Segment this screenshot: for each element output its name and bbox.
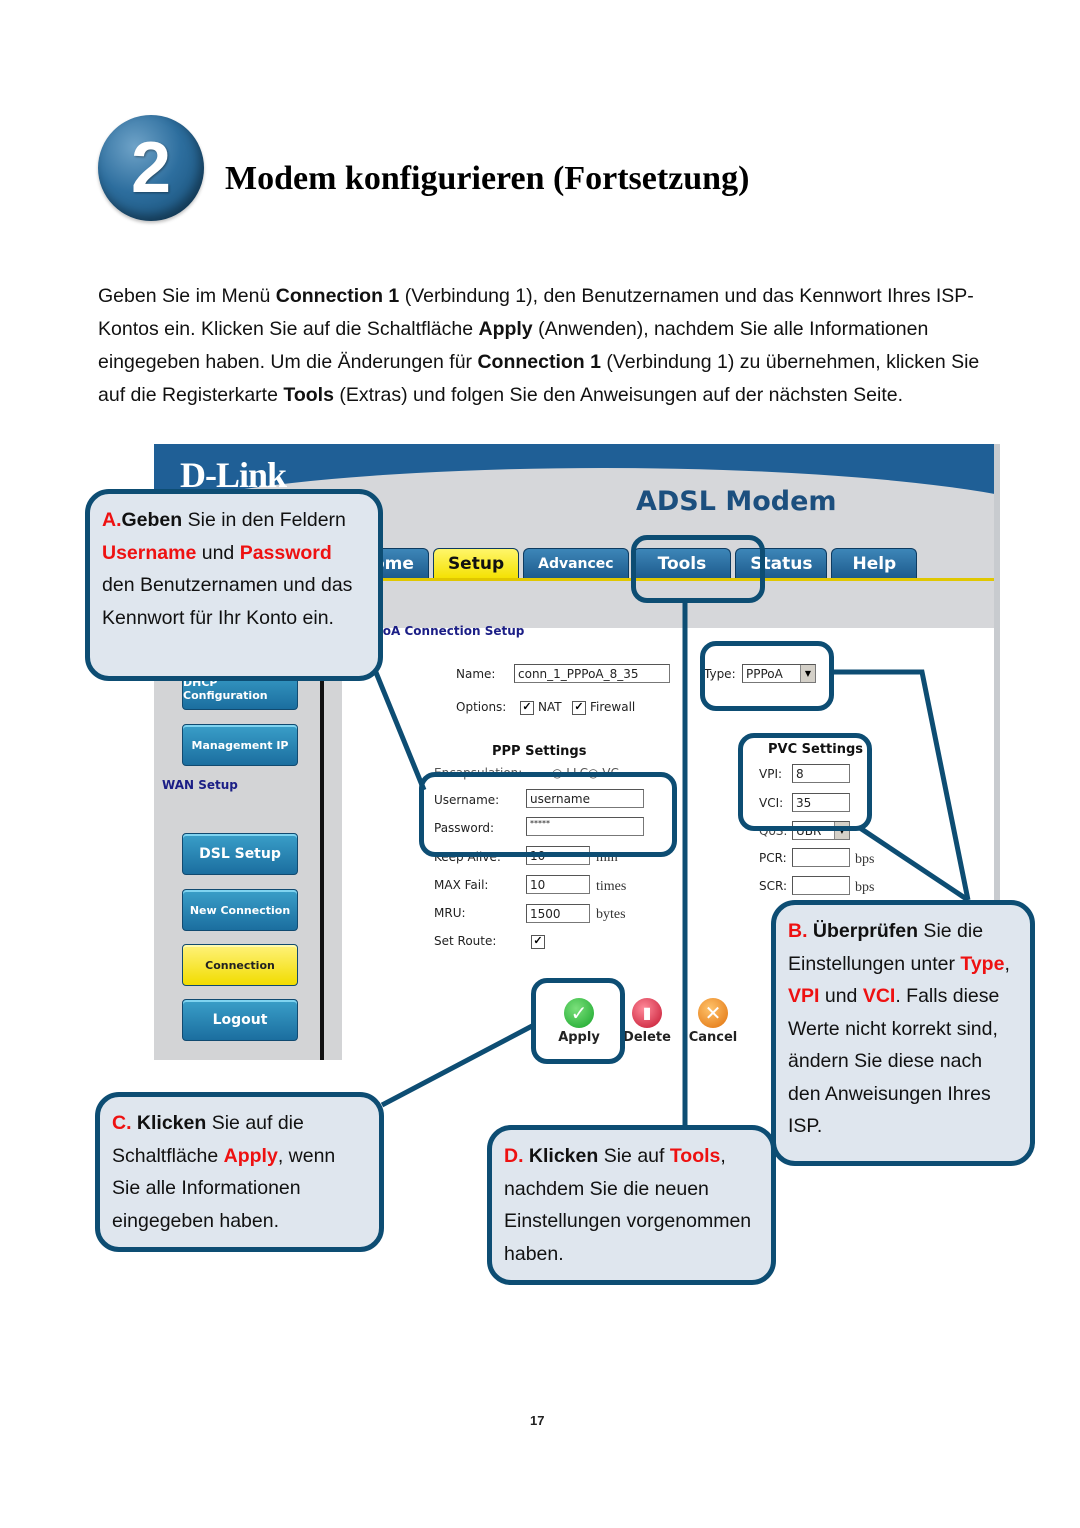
callout-b: B. Überprüfen Sie die Einstellungen unte…: [771, 900, 1035, 1166]
callout-a-keyword-password: Password: [239, 541, 332, 564]
callout-connectors: [372, 600, 971, 1127]
callout-b-verb: Überprüfen: [807, 920, 919, 942]
connector-a: [372, 669, 427, 791]
callout-c-verb: Klicken: [131, 1112, 207, 1134]
highlight-type-field: [700, 641, 834, 711]
callout-b-text: und: [819, 985, 863, 1007]
callout-b-text: ,: [1004, 952, 1010, 975]
callout-d-letter: D.: [504, 1145, 524, 1167]
callout-b-keyword-vci: VCI: [862, 985, 896, 1007]
highlight-tools-tab: [631, 535, 765, 603]
callout-a-text: Sie in den Feldern: [182, 509, 346, 531]
callout-c: C. Klicken Sie auf die Schaltfläche Appl…: [95, 1092, 384, 1252]
highlight-apply-button: [531, 978, 625, 1064]
page-number: 17: [530, 1413, 545, 1428]
callout-b-letter: B.: [788, 920, 808, 942]
callout-d: D. Klicken Sie auf Tools, nachdem Sie di…: [487, 1125, 776, 1285]
callout-c-keyword-apply: Apply: [223, 1144, 278, 1167]
connector-b-pvc: [858, 825, 970, 903]
callout-b-keyword-vpi: VPI: [788, 985, 820, 1007]
callout-b-keyword-type: Type: [960, 952, 1005, 975]
callout-a-keyword-username: Username: [102, 541, 197, 564]
callout-c-letter: C.: [112, 1112, 132, 1134]
callout-a-verb: Geben: [121, 509, 183, 531]
callout-b-text: . Falls diese Werte nicht korrekt sind, …: [788, 985, 1000, 1137]
callout-a-text: und: [196, 541, 240, 564]
highlight-credentials: [419, 772, 677, 857]
callout-d-keyword-tools: Tools: [669, 1145, 721, 1167]
callout-a: A.Geben Sie in den Feldern Username und …: [85, 489, 383, 681]
callout-d-verb: Klicken: [523, 1145, 599, 1167]
callout-a-letter: A.: [102, 509, 122, 531]
callout-d-text: Sie auf: [598, 1145, 670, 1167]
callout-a-text: den Benutzernamen und das Kennwort für I…: [102, 574, 353, 629]
highlight-pvc-settings: [738, 733, 872, 831]
connector-c: [380, 1022, 536, 1108]
